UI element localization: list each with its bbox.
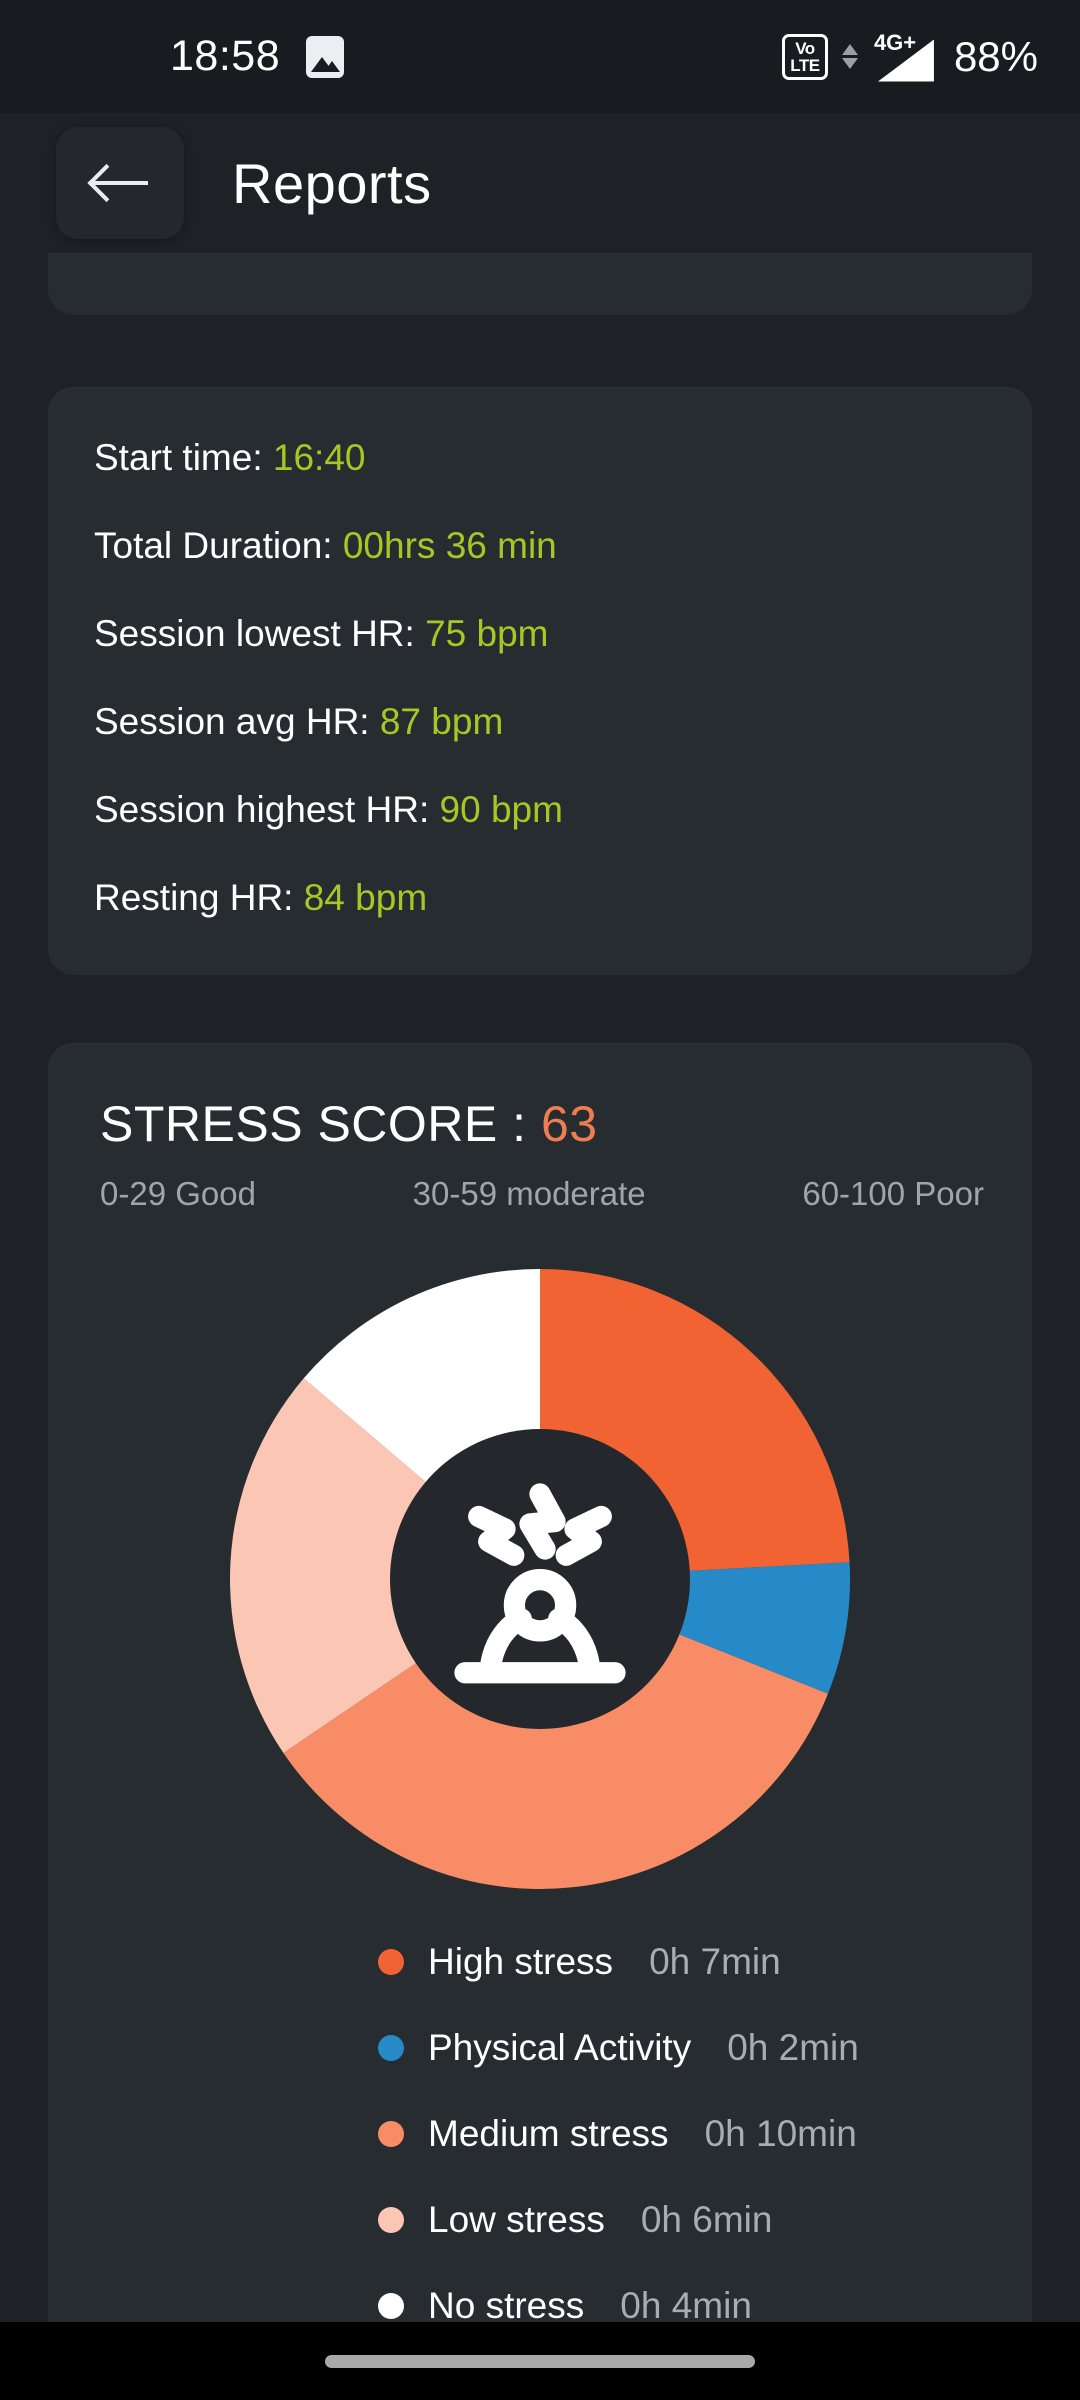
session-value-start-time: 16:40: [272, 437, 366, 478]
session-value-resting-hr: 84 bpm: [303, 877, 428, 918]
session-value-lowest-hr: 75 bpm: [425, 613, 549, 654]
session-value-highest-hr: 90 bpm: [439, 789, 563, 830]
stress-range-legend: 0-29 Good 30-59 moderate 60-100 Poor: [48, 1153, 1032, 1213]
legend-item-high-stress: High stress 0h 7min: [378, 1941, 1032, 1983]
app-header: Reports: [0, 113, 1080, 253]
battery-percentage: 88%: [953, 32, 1038, 80]
stress-score-heading: STRESS SCORE : 63: [48, 1095, 1032, 1153]
stress-donut-chart: [48, 1269, 1032, 1889]
legend-item-no-stress: No stress 0h 4min: [378, 2285, 1032, 2322]
session-label-highest-hr: Session highest HR:: [94, 789, 440, 830]
legend-value-low-stress: 0h 6min: [640, 2199, 773, 2240]
legend-label-low-stress: Low stress: [428, 2199, 605, 2240]
stress-score-value: 63: [540, 1096, 598, 1152]
legend-dot-physical-activity: [378, 2035, 404, 2061]
legend-dot-low-stress: [378, 2207, 404, 2233]
legend-dot-no-stress: [378, 2293, 404, 2319]
legend-label-physical-activity: Physical Activity: [428, 2027, 692, 2068]
stress-range-good: 0-29 Good: [100, 1175, 256, 1212]
session-value-avg-hr: 87 bpm: [379, 701, 504, 742]
legend-item-medium-stress: Medium stress 0h 10min: [378, 2113, 1032, 2155]
session-row-total-duration: Total Duration: 00hrs 36 min: [94, 525, 986, 567]
session-row-resting-hr: Resting HR: 84 bpm: [94, 877, 986, 919]
legend-value-no-stress: 0h 4min: [620, 2285, 752, 2322]
legend-value-high-stress: 0h 7min: [649, 1941, 781, 1982]
legend-value-medium-stress: 0h 10min: [704, 2113, 857, 2154]
status-bar: 18:58 Vo LTE 4G+ 88%: [0, 0, 1080, 113]
previous-card-partial[interactable]: [48, 253, 1032, 315]
stress-range-poor: 60-100 Poor: [802, 1175, 984, 1212]
session-label-resting-hr: Resting HR:: [94, 877, 304, 918]
session-label-start-time: Start time:: [94, 437, 273, 478]
donut-center-hub: [390, 1429, 690, 1729]
legend-label-medium-stress: Medium stress: [428, 2113, 669, 2154]
stress-score-card: STRESS SCORE : 63 0-29 Good 30-59 modera…: [48, 1043, 1032, 2322]
data-transfer-icon: [841, 44, 858, 69]
page-title: Reports: [232, 151, 432, 215]
network-type-label: 4G+: [873, 29, 917, 55]
phone-screen: 18:58 Vo LTE 4G+ 88% Reports Start time:…: [0, 0, 1080, 2400]
scroll-content[interactable]: Start time: 16:40 Total Duration: 00hrs …: [0, 253, 1080, 2322]
stress-score-label: STRESS SCORE :: [100, 1096, 541, 1152]
legend-item-low-stress: Low stress 0h 6min: [378, 2199, 1032, 2241]
session-row-lowest-hr: Session lowest HR: 75 bpm: [94, 613, 986, 655]
back-button[interactable]: [56, 127, 184, 239]
stress-legend: High stress 0h 7min Physical Activity 0h…: [48, 1941, 1032, 2322]
signal-strength-icon: 4G+: [872, 29, 934, 82]
legend-label-no-stress: No stress: [428, 2285, 585, 2322]
legend-label-high-stress: High stress: [428, 1941, 614, 1982]
session-value-total-duration: 00hrs 36 min: [342, 525, 557, 566]
session-row-highest-hr: Session highest HR: 90 bpm: [94, 789, 986, 831]
session-label-lowest-hr: Session lowest HR:: [94, 613, 426, 654]
session-label-avg-hr: Session avg HR:: [94, 701, 380, 742]
volte-icon: Vo LTE: [781, 33, 828, 80]
legend-dot-high-stress: [378, 1949, 404, 1975]
status-bar-right: Vo LTE 4G+ 88%: [781, 29, 1038, 82]
status-time: 18:58: [170, 32, 281, 80]
status-bar-left: 18:58: [42, 32, 345, 81]
session-row-start-time: Start time: 16:40: [94, 437, 986, 479]
arrow-left-icon: [92, 161, 148, 205]
system-navigation-bar: [0, 2322, 1080, 2400]
legend-item-physical-activity: Physical Activity 0h 2min: [378, 2027, 1032, 2069]
session-row-avg-hr: Session avg HR: 87 bpm: [94, 701, 986, 743]
stress-range-moderate: 30-59 moderate: [412, 1175, 646, 1212]
volte-top-label: Vo: [795, 38, 815, 58]
gallery-icon: [306, 35, 345, 78]
session-label-total-duration: Total Duration:: [94, 525, 343, 566]
session-summary-card: Start time: 16:40 Total Duration: 00hrs …: [48, 387, 1032, 975]
volte-bottom-label: LTE: [790, 55, 820, 75]
stressed-person-icon: [454, 1483, 626, 1684]
legend-dot-medium-stress: [378, 2121, 404, 2147]
legend-value-physical-activity: 0h 2min: [727, 2027, 859, 2068]
home-gesture-pill[interactable]: [325, 2354, 755, 2368]
